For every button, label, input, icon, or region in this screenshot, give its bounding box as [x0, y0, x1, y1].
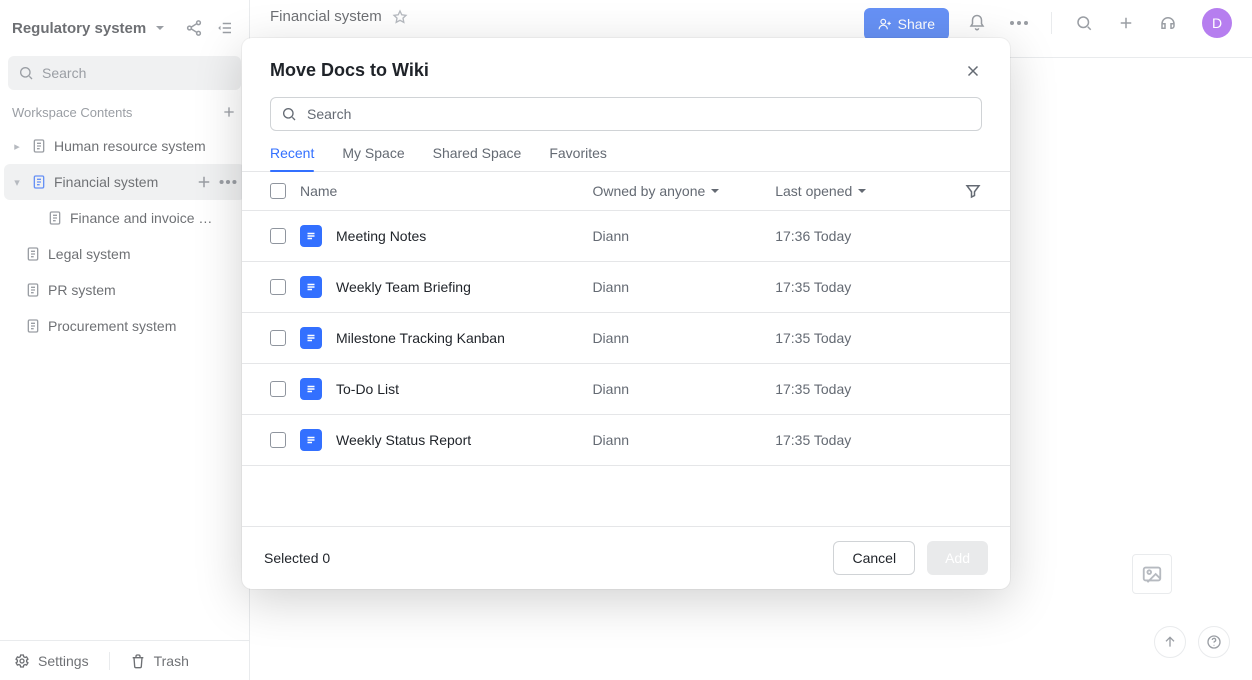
select-all-checkbox[interactable] [270, 183, 286, 199]
table-row[interactable]: Weekly Status Report Diann 17:35 Today [242, 414, 1010, 466]
tab-my-space[interactable]: My Space [342, 145, 404, 171]
doc-name: Meeting Notes [336, 228, 426, 244]
doc-owner: Diann [592, 330, 775, 346]
doc-name: To-Do List [336, 381, 399, 397]
column-name: Name [300, 183, 592, 199]
doc-badge-icon [300, 225, 322, 247]
doc-time: 17:35 Today [775, 279, 958, 295]
move-docs-modal: Move Docs to Wiki Recent My Space Shared… [242, 38, 1010, 589]
row-checkbox[interactable] [270, 432, 286, 448]
table-row[interactable]: Meeting Notes Diann 17:36 Today [242, 210, 1010, 261]
doc-owner: Diann [592, 279, 775, 295]
doc-owner: Diann [592, 432, 775, 448]
modal-overlay: Move Docs to Wiki Recent My Space Shared… [0, 0, 1252, 680]
table-row[interactable]: To-Do List Diann 17:35 Today [242, 363, 1010, 414]
modal-search-input[interactable] [305, 105, 971, 123]
row-checkbox[interactable] [270, 228, 286, 244]
modal-search[interactable] [270, 97, 982, 131]
doc-badge-icon [300, 429, 322, 451]
table-row[interactable]: Weekly Team Briefing Diann 17:35 Today [242, 261, 1010, 312]
row-checkbox[interactable] [270, 330, 286, 346]
selected-count: Selected 0 [264, 550, 330, 566]
doc-name: Weekly Team Briefing [336, 279, 471, 295]
table-header: Name Owned by anyone Last opened [242, 172, 1010, 210]
modal-header: Move Docs to Wiki [242, 38, 1010, 97]
cancel-button[interactable]: Cancel [833, 541, 915, 575]
doc-time: 17:35 Today [775, 432, 958, 448]
tab-favorites[interactable]: Favorites [549, 145, 607, 171]
doc-rows: Meeting Notes Diann 17:36 Today Weekly T… [242, 210, 1010, 466]
chevron-down-icon [709, 185, 721, 197]
column-owner[interactable]: Owned by anyone [592, 183, 775, 199]
doc-time: 17:36 Today [775, 228, 958, 244]
chevron-down-icon [856, 185, 868, 197]
doc-name: Milestone Tracking Kanban [336, 330, 505, 346]
modal-footer: Selected 0 Cancel Add [242, 526, 1010, 589]
close-icon[interactable] [964, 62, 982, 80]
doc-badge-icon [300, 378, 322, 400]
column-time[interactable]: Last opened [775, 183, 958, 199]
doc-name: Weekly Status Report [336, 432, 471, 448]
search-icon [281, 106, 297, 122]
doc-owner: Diann [592, 381, 775, 397]
doc-badge-icon [300, 276, 322, 298]
tab-shared-space[interactable]: Shared Space [433, 145, 522, 171]
modal-title: Move Docs to Wiki [270, 60, 429, 81]
add-button[interactable]: Add [927, 541, 988, 575]
row-checkbox[interactable] [270, 279, 286, 295]
table-row[interactable]: Milestone Tracking Kanban Diann 17:35 To… [242, 312, 1010, 363]
row-checkbox[interactable] [270, 381, 286, 397]
doc-owner: Diann [592, 228, 775, 244]
doc-badge-icon [300, 327, 322, 349]
modal-tabs: Recent My Space Shared Space Favorites [242, 131, 1010, 172]
doc-time: 17:35 Today [775, 330, 958, 346]
doc-time: 17:35 Today [775, 381, 958, 397]
tab-recent[interactable]: Recent [270, 145, 314, 171]
filter-icon[interactable] [958, 182, 982, 200]
